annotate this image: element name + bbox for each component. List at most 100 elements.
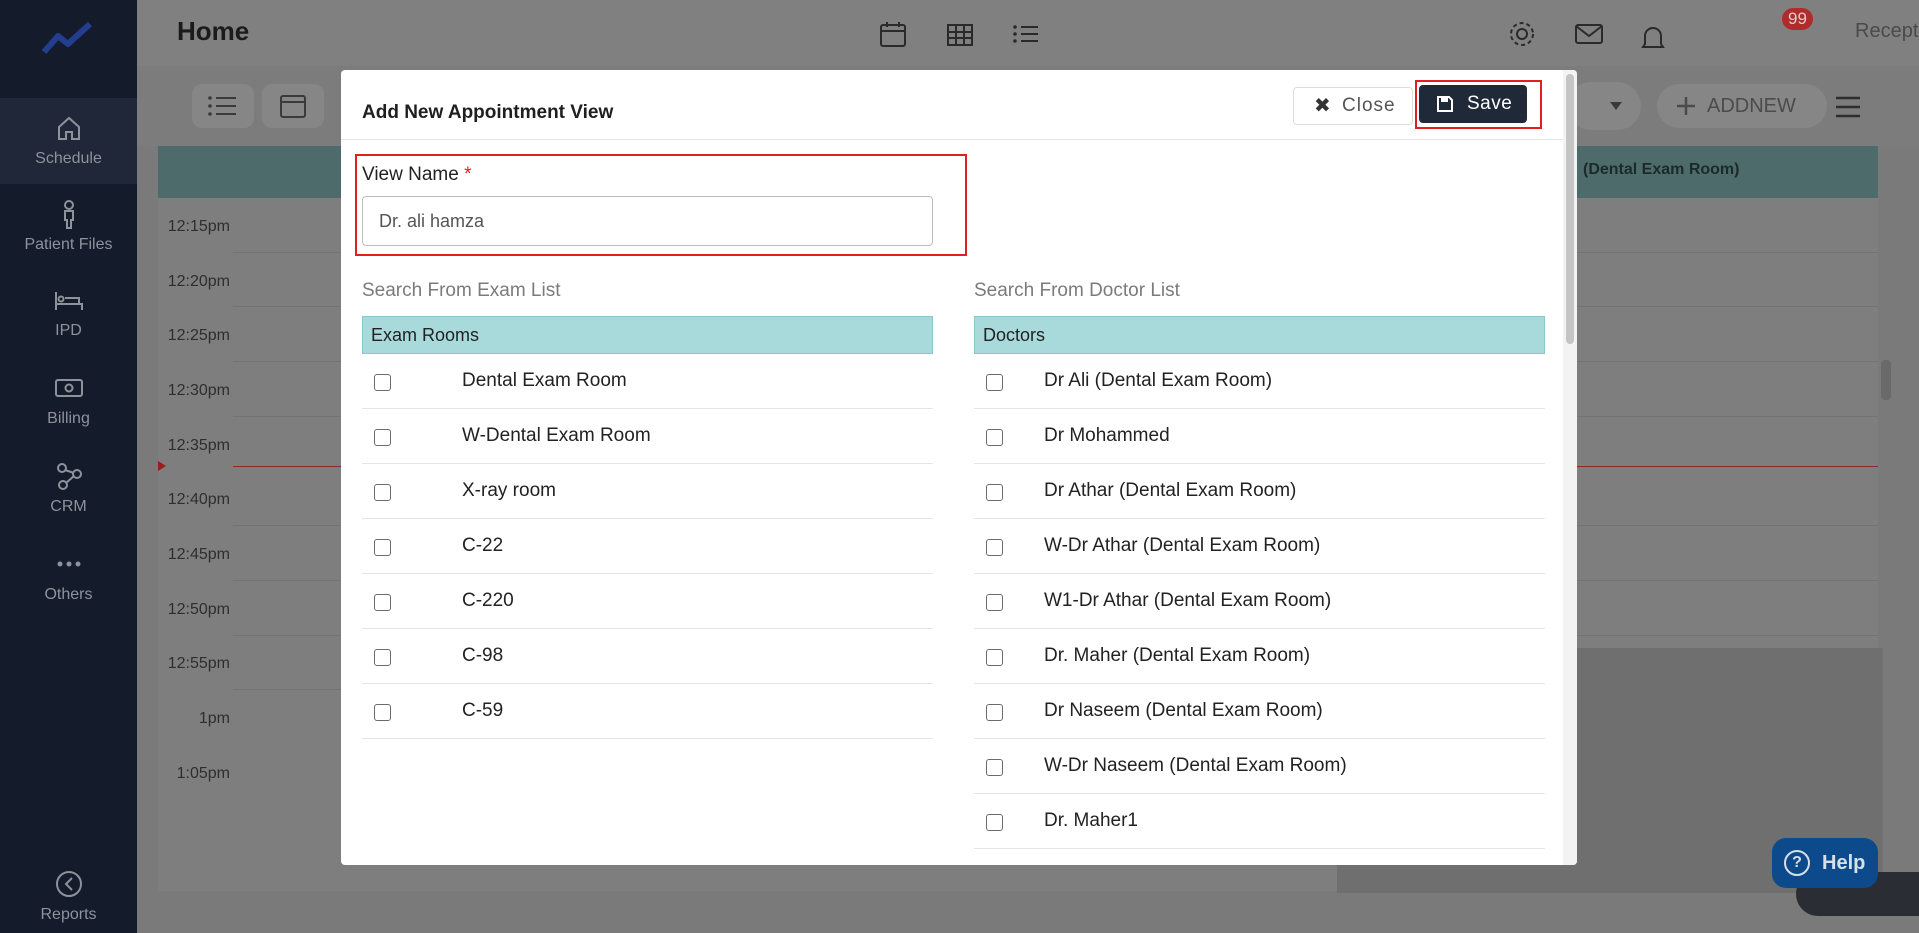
sidebar-item-crm[interactable]: CRM: [0, 460, 137, 516]
list-item[interactable]: Dr Ali (Dental Exam Room): [974, 354, 1545, 409]
list-item[interactable]: Dr Naseem (Dental Exam Room): [974, 684, 1545, 739]
sidebar-item-billing[interactable]: Billing: [0, 372, 137, 428]
calendar-icon: [280, 95, 306, 118]
person-icon: [63, 200, 74, 229]
money-icon: [54, 379, 83, 397]
checkbox[interactable]: [986, 759, 1003, 776]
list-view-button[interactable]: [192, 84, 254, 128]
sidebar-item-label: Billing: [47, 410, 90, 427]
settings-icon[interactable]: [1506, 18, 1538, 50]
list-item[interactable]: C-59: [362, 684, 933, 739]
checkbox[interactable]: [986, 649, 1003, 666]
list-item[interactable]: C-22: [362, 519, 933, 574]
sidebar-item-patient-files[interactable]: Patient Files: [0, 198, 137, 254]
time-slot-label: 12:25pm: [167, 327, 230, 344]
table-icon[interactable]: [944, 18, 976, 50]
user-role-label[interactable]: Receptionist: [1855, 20, 1919, 43]
dots-icon: [57, 561, 80, 567]
list-item[interactable]: X-ray room: [362, 464, 933, 519]
checkbox[interactable]: [986, 814, 1003, 831]
checkbox[interactable]: [374, 539, 391, 556]
list-icon[interactable]: [1010, 18, 1042, 50]
sidebar-item-label: Patient Files: [24, 236, 113, 253]
list-item-label: W1-Dr Athar (Dental Exam Room): [1044, 590, 1332, 611]
list-item[interactable]: C-98: [362, 629, 933, 684]
checkbox[interactable]: [374, 704, 391, 721]
list-item[interactable]: Dental Exam Room: [362, 354, 933, 409]
time-slot-label: 12:50pm: [167, 601, 230, 618]
save-icon: [1437, 96, 1453, 112]
exam-rooms-header: Exam Rooms: [362, 316, 933, 354]
close-icon: ✖: [1314, 95, 1331, 117]
list-item[interactable]: Dr Mohammed: [974, 409, 1545, 464]
list-item-label: W-Dr Naseem (Dental Exam Room): [1044, 755, 1347, 776]
list-item[interactable]: W1-Dr Athar (Dental Exam Room): [974, 574, 1545, 629]
sidebar-item-label: Others: [44, 586, 93, 603]
checkbox[interactable]: [374, 484, 391, 501]
list-item-label: C-59: [462, 700, 504, 721]
sidebar-item-label: Schedule: [35, 150, 102, 167]
list-item[interactable]: Dr. Maher (Dental Exam Room): [974, 629, 1545, 684]
view-name-label-text: View Name: [362, 164, 459, 185]
checkbox[interactable]: [986, 704, 1003, 721]
mail-icon[interactable]: [1573, 18, 1605, 50]
list-item-label: X-ray room: [462, 480, 556, 501]
bed-icon: [54, 292, 83, 310]
required-mark: *: [464, 164, 472, 185]
modal-header: Add New Appointment View ✖ Close Save: [341, 70, 1577, 140]
sidebar-item-ipd[interactable]: IPD: [0, 284, 137, 340]
checkbox[interactable]: [374, 649, 391, 666]
view-select-dropdown[interactable]: [1567, 82, 1641, 130]
calendar-view-button[interactable]: [262, 84, 324, 128]
list-item[interactable]: W-Dr Naseem (Dental Exam Room): [974, 739, 1545, 794]
page-title: Home: [177, 16, 250, 46]
time-slot-label: 12:35pm: [167, 437, 230, 454]
network-icon: [56, 463, 82, 490]
checkbox[interactable]: [986, 374, 1003, 391]
bell-icon[interactable]: [1637, 22, 1669, 54]
list-item[interactable]: W-Dr Athar (Dental Exam Room): [974, 519, 1545, 574]
list-item-label: Dr Ali (Dental Exam Room): [1044, 370, 1273, 391]
view-name-input[interactable]: [362, 196, 933, 246]
home-icon: [57, 116, 80, 140]
sidebar-item-label: IPD: [55, 322, 82, 339]
list-item-label: Dr Naseem (Dental Exam Room): [1044, 700, 1323, 721]
add-new-label: ADDNEW: [1707, 95, 1796, 117]
help-label: Help: [1822, 852, 1866, 874]
list-item[interactable]: W-Dental Exam Room: [362, 409, 933, 464]
help-button[interactable]: ? Help: [1772, 838, 1878, 888]
page-scrollbar[interactable]: [1881, 360, 1891, 400]
sidebar-item-reports[interactable]: Reports: [0, 868, 137, 924]
modal-title: Add New Appointment View: [362, 102, 614, 123]
modal-scrollbar-thumb[interactable]: [1566, 74, 1574, 344]
list-item[interactable]: Dr Athar (Dental Exam Room): [974, 464, 1545, 519]
sidebar-item-schedule[interactable]: Schedule: [0, 98, 137, 184]
list-item[interactable]: Dr. Maher1: [974, 794, 1545, 849]
checkbox[interactable]: [986, 594, 1003, 611]
list-item-label: C-220: [462, 590, 514, 611]
close-button[interactable]: ✖ Close: [1293, 87, 1413, 125]
doctor-search-label[interactable]: Search From Doctor List: [974, 280, 1180, 302]
close-label: Close: [1342, 95, 1396, 116]
checkbox[interactable]: [374, 429, 391, 446]
app-logo-icon[interactable]: [40, 18, 96, 58]
calendar-icon[interactable]: [877, 18, 909, 50]
list-item[interactable]: C-220: [362, 574, 933, 629]
checkbox[interactable]: [986, 484, 1003, 501]
time-slot-label: 1pm: [198, 710, 230, 727]
list-item-label: Dr Athar (Dental Exam Room): [1044, 480, 1297, 501]
list-item-label: W-Dr Athar (Dental Exam Room): [1044, 535, 1321, 556]
time-slot-label: 12:15pm: [167, 218, 230, 235]
checkbox[interactable]: [374, 594, 391, 611]
checkbox[interactable]: [374, 374, 391, 391]
notification-badge: 99: [1782, 8, 1813, 30]
reports-icon: [55, 871, 82, 897]
sidebar-item-others[interactable]: Others: [0, 548, 137, 604]
menu-icon[interactable]: [1831, 90, 1865, 124]
question-icon: ?: [1784, 850, 1810, 876]
checkbox[interactable]: [986, 539, 1003, 556]
checkbox[interactable]: [986, 429, 1003, 446]
save-button[interactable]: Save: [1419, 85, 1527, 123]
exam-search-label[interactable]: Search From Exam List: [362, 280, 561, 302]
add-new-button[interactable]: ADDNEW: [1657, 84, 1827, 128]
